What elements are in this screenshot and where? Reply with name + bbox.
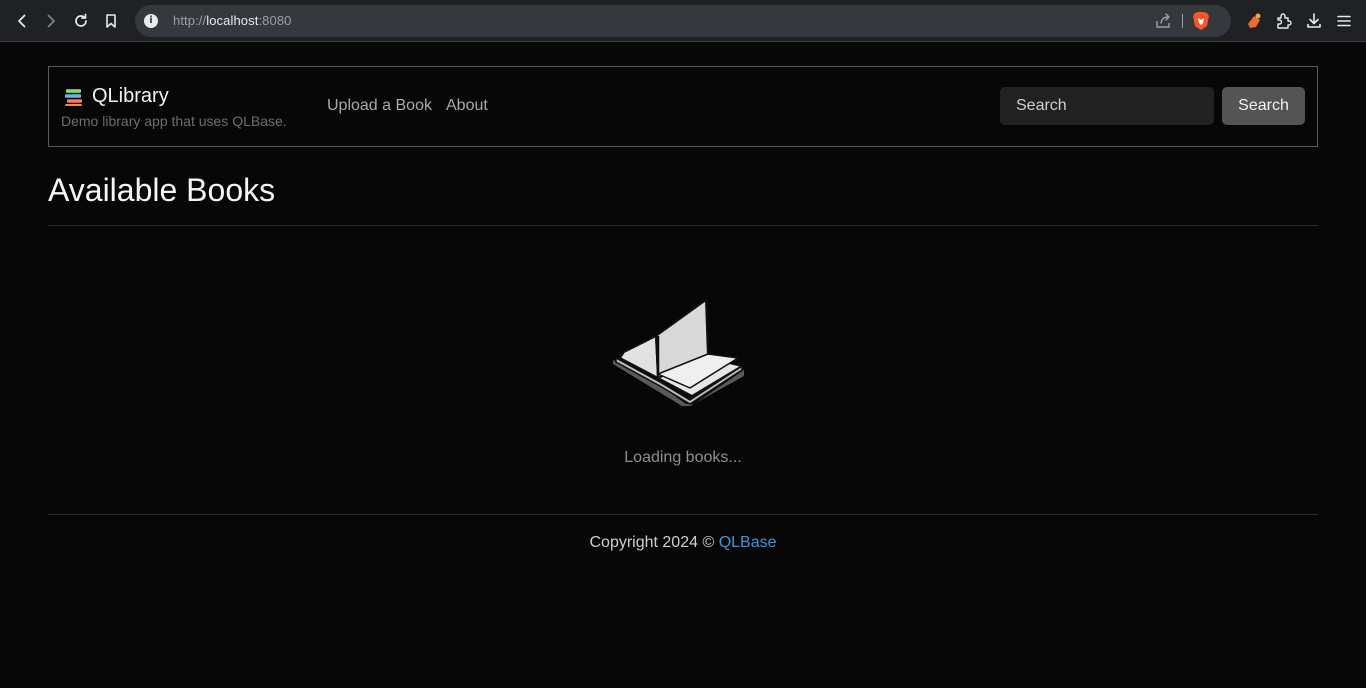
back-button[interactable] [9,8,35,34]
download-icon [1307,13,1321,28]
reload-icon [75,13,87,27]
reload-button[interactable] [68,8,94,34]
qlbase-link[interactable]: QLBase [719,534,777,551]
search-input[interactable] [1000,87,1214,125]
share-icon[interactable] [1155,13,1173,29]
nav-link-upload[interactable]: Upload a Book [327,97,432,115]
page-title: Available Books [48,172,276,208]
info-icon[interactable]: i [144,14,158,28]
browser-toolbar: i http://localhost:8080 [0,0,1366,42]
footer: Copyright 2024 © QLBase [0,534,1366,552]
brave-shield-icon[interactable] [1192,11,1210,31]
footer-divider [48,514,1318,515]
brand-title[interactable]: QLibrary [92,85,169,108]
loading-text: Loading books... [624,449,742,466]
brand[interactable]: QLibrary [64,85,169,108]
books-logo-icon [65,88,82,106]
extensions-button[interactable] [1271,8,1297,34]
url-text: http://localhost:8080 [173,13,292,28]
site-navbar: QLibrary Demo library app that uses QLBa… [48,66,1318,147]
search-button[interactable]: Search [1222,87,1305,125]
divider [48,225,1318,226]
bookmark-icon [106,14,116,28]
copyright-text: Copyright 2024 © [589,534,715,551]
brand-subtitle: Demo library app that uses QLBase. [61,113,287,129]
menu-button[interactable] [1331,8,1357,34]
address-bar[interactable]: i http://localhost:8080 [135,5,1231,37]
menu-icon [1337,15,1351,27]
brave-rewards-button[interactable] [1241,8,1267,34]
extensions-icon [1277,13,1292,29]
nav-link-about[interactable]: About [446,97,488,115]
forward-button[interactable] [38,8,64,34]
download-button[interactable] [1301,8,1327,34]
back-icon [18,14,26,28]
bookmark-button[interactable] [98,8,124,34]
brave-rewards-icon [1248,13,1261,28]
forward-icon [47,14,55,28]
open-book-illustration [613,299,744,406]
omnibox-separator [1182,14,1183,28]
